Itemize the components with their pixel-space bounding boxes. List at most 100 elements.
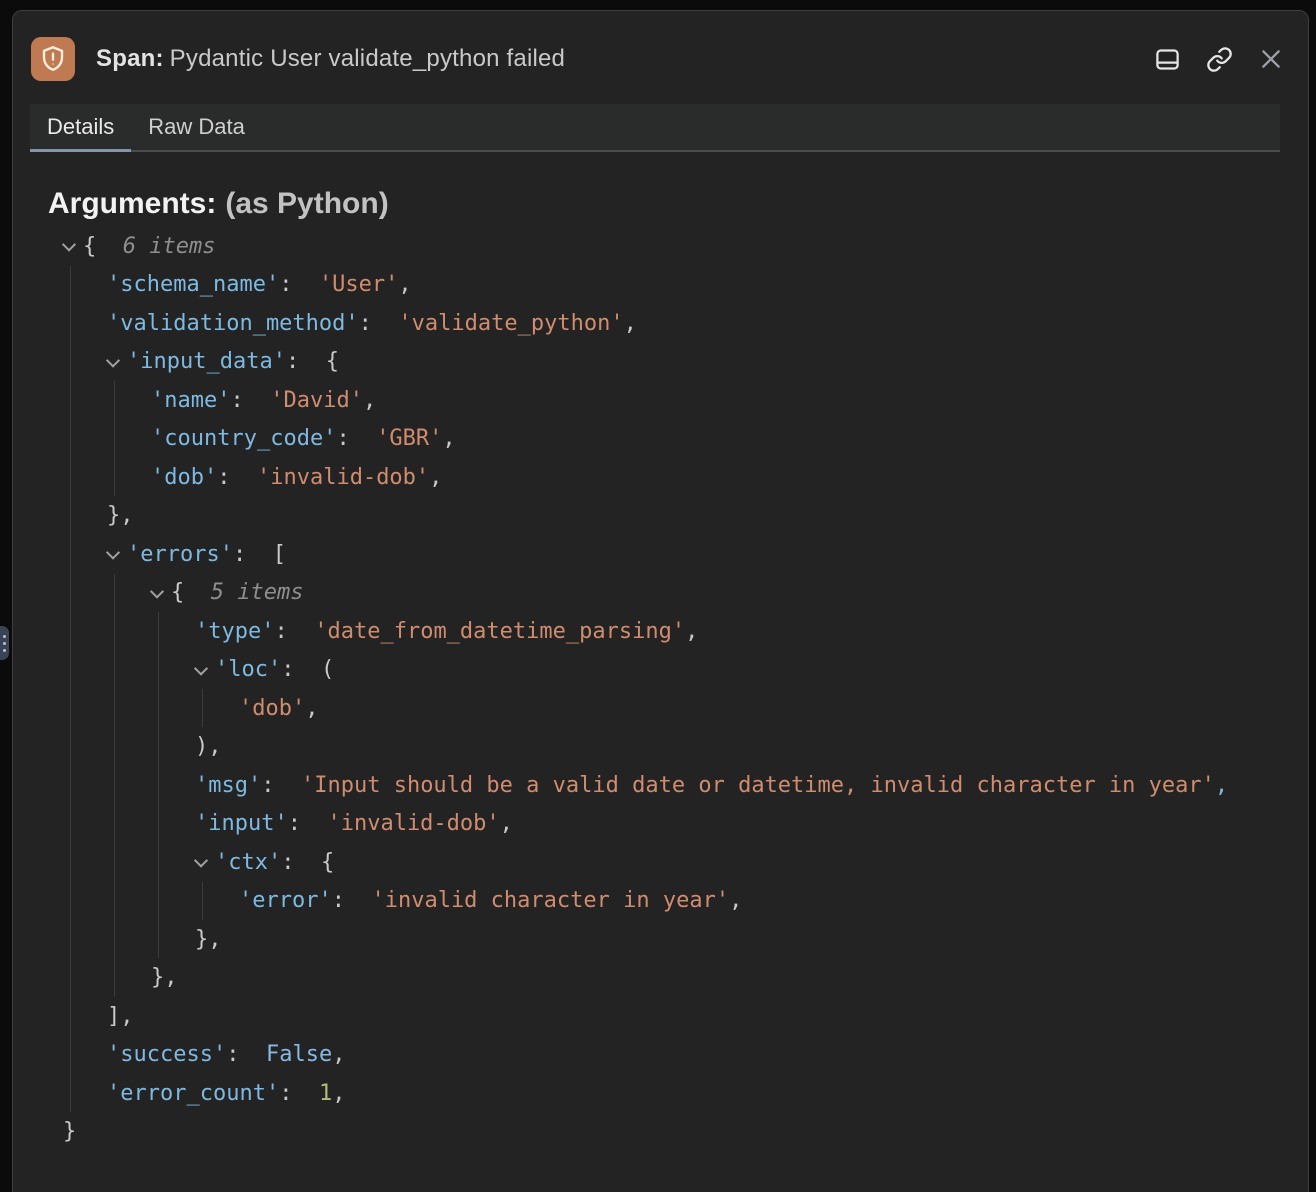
json-punctuation: : (336, 426, 376, 451)
json-key: 'msg' (195, 773, 261, 798)
tree-row: { 6 items (36, 227, 1308, 266)
json-string: 'David' (270, 388, 363, 413)
indent-guide (114, 381, 115, 496)
shield-alert-icon (31, 37, 75, 81)
tree-row: 'input_data': { (36, 343, 1308, 382)
panel-resize-handle[interactable] (0, 626, 9, 660)
json-key: 'type' (195, 619, 274, 644)
json-punctuation: ), (195, 734, 222, 759)
tree-row: 'validation_method': 'validate_python', (36, 304, 1308, 343)
json-key: , (1215, 773, 1228, 798)
arguments-heading: Arguments: (48, 187, 216, 220)
indent-guide (70, 266, 71, 1112)
tree-row: 'loc': ( (36, 651, 1308, 690)
items-count: 5 items (211, 580, 304, 605)
tree-row: 'type': 'date_from_datetime_parsing', (36, 612, 1308, 651)
span-detail-panel: Span:Pydantic User validate_python faile… (12, 10, 1309, 1192)
json-key: 'error' (239, 888, 332, 913)
json-punctuation: : { (281, 850, 334, 875)
chevron-down-icon[interactable] (103, 544, 123, 564)
json-punctuation: : (359, 311, 399, 336)
json-key: 'input' (195, 811, 288, 836)
json-key: 'input_data' (127, 349, 286, 374)
tree-row: 'success': False, (36, 1036, 1308, 1075)
json-punctuation: : (279, 272, 319, 297)
indent-guide (114, 574, 115, 997)
json-punctuation: : (279, 1081, 319, 1106)
json-punctuation: , (624, 311, 637, 336)
span-label: Span: (96, 45, 164, 72)
chevron-down-icon[interactable] (191, 852, 211, 872)
chevron-down-icon[interactable] (103, 352, 123, 372)
json-punctuation: : (274, 619, 314, 644)
chevron-down-icon[interactable] (147, 583, 167, 603)
json-key: 'validation_method' (107, 311, 359, 336)
tree-row: }, (36, 959, 1308, 998)
json-punctuation: , (305, 696, 318, 721)
tab-bar: DetailsRaw Data (30, 104, 1280, 152)
json-punctuation: , (500, 811, 513, 836)
json-punctuation: { (171, 580, 211, 605)
tree-row: 'dob', (36, 689, 1308, 728)
chevron-down-icon[interactable] (59, 236, 79, 256)
json-string: 'invalid-dob' (257, 465, 429, 490)
tree-row: 'dob': 'invalid-dob', (36, 458, 1308, 497)
page-title: Span:Pydantic User validate_python faile… (96, 45, 565, 73)
json-punctuation: : (230, 388, 270, 413)
tree-row: 'msg': 'Input should be a valid date or … (36, 766, 1308, 805)
tree-row: 'schema_name': 'User', (36, 266, 1308, 305)
tree-row: ), (36, 728, 1308, 767)
json-key: 'success' (107, 1042, 226, 1067)
json-tree-viewer: { 6 items'schema_name': 'User','validati… (36, 227, 1308, 1151)
json-punctuation: : (261, 773, 301, 798)
json-punctuation: , (332, 1081, 345, 1106)
json-punctuation: , (729, 888, 742, 913)
section-heading: Arguments:(as Python) (48, 184, 1308, 224)
json-punctuation: : ( (281, 657, 334, 682)
json-string: 'User' (319, 272, 398, 297)
indent-guide (202, 689, 203, 727)
json-string: 'Input should be a valid date or datetim… (301, 773, 1215, 798)
close-icon[interactable] (1256, 44, 1286, 74)
json-string: 'date_from_datetime_parsing' (314, 619, 685, 644)
tree-row: 'country_code': 'GBR', (36, 420, 1308, 459)
json-punctuation: , (442, 426, 455, 451)
json-punctuation: , (685, 619, 698, 644)
span-name: Pydantic User validate_python failed (170, 45, 565, 72)
json-punctuation: : (288, 811, 328, 836)
link-icon[interactable] (1204, 44, 1234, 74)
json-key: 'name' (151, 388, 230, 413)
json-punctuation: } (63, 1119, 76, 1144)
json-key: 'schema_name' (107, 272, 279, 297)
json-string: 'GBR' (376, 426, 442, 451)
json-punctuation: : (217, 465, 257, 490)
panel-bottom-icon[interactable] (1152, 44, 1182, 74)
json-punctuation: , (332, 1042, 345, 1067)
tree-row: ], (36, 997, 1308, 1036)
json-punctuation: { (83, 234, 123, 259)
tree-row: 'error': 'invalid character in year', (36, 882, 1308, 921)
json-punctuation: }, (151, 965, 178, 990)
tree-row: 'name': 'David', (36, 381, 1308, 420)
tree-row: 'input': 'invalid-dob', (36, 805, 1308, 844)
json-string: 'invalid-dob' (327, 811, 499, 836)
json-punctuation: , (398, 272, 411, 297)
panel-header: Span:Pydantic User validate_python faile… (13, 11, 1308, 104)
json-punctuation: , (363, 388, 376, 413)
tree-row: }, (36, 497, 1308, 536)
tree-row: 'errors': [ (36, 535, 1308, 574)
json-punctuation: }, (107, 503, 134, 528)
json-key: 'ctx' (215, 850, 281, 875)
json-string: 'dob' (239, 696, 305, 721)
json-key: 'errors' (127, 542, 233, 567)
tab-details[interactable]: Details (30, 104, 131, 150)
json-string: 'invalid character in year' (371, 888, 729, 913)
tab-raw-data[interactable]: Raw Data (131, 104, 262, 150)
json-punctuation: : (332, 888, 372, 913)
json-punctuation: : { (286, 349, 339, 374)
tree-row: 'error_count': 1, (36, 1074, 1308, 1113)
chevron-down-icon[interactable] (191, 660, 211, 680)
tree-row: 'ctx': { (36, 843, 1308, 882)
json-punctuation: , (429, 465, 442, 490)
json-key: 'country_code' (151, 426, 336, 451)
